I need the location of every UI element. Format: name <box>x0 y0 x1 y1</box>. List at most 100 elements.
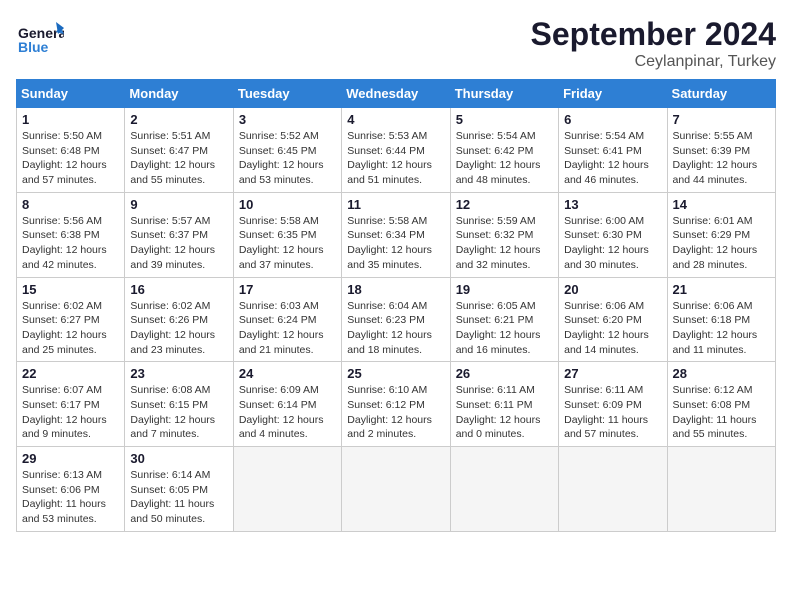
table-row: 18Sunrise: 6:04 AMSunset: 6:23 PMDayligh… <box>342 277 450 362</box>
day-info: Sunrise: 6:11 AMSunset: 6:09 PMDaylight:… <box>564 383 661 442</box>
day-number: 21 <box>673 282 770 297</box>
day-info: Sunrise: 5:59 AMSunset: 6:32 PMDaylight:… <box>456 214 553 273</box>
page-header: General Blue September 2024 Ceylanpinar,… <box>16 16 776 71</box>
table-row: 28Sunrise: 6:12 AMSunset: 6:08 PMDayligh… <box>667 362 775 447</box>
day-info: Sunrise: 6:11 AMSunset: 6:11 PMDaylight:… <box>456 383 553 442</box>
table-row: 15 Sunrise: 6:02 AMSunset: 6:27 PMDayligh… <box>17 277 125 362</box>
table-row: 12 Sunrise: 5:59 AMSunset: 6:32 PMDayligh… <box>450 192 558 277</box>
day-number: 16 <box>130 282 227 297</box>
col-saturday: Saturday <box>667 80 775 108</box>
day-number: 27 <box>564 366 661 381</box>
day-number: 15 <box>22 282 119 297</box>
day-number: 24 <box>239 366 336 381</box>
day-info: Sunrise: 6:02 AMSunset: 6:27 PMDaylight:… <box>22 299 119 358</box>
day-info: Sunrise: 6:14 AMSunset: 6:05 PMDaylight:… <box>130 468 227 527</box>
day-number: 10 <box>239 197 336 212</box>
day-number: 7 <box>673 112 770 127</box>
day-number: 6 <box>564 112 661 127</box>
table-row: 16 Sunrise: 6:02 AMSunset: 6:26 PMDayligh… <box>125 277 233 362</box>
day-info: Sunrise: 6:03 AMSunset: 6:24 PMDaylight:… <box>239 299 336 358</box>
day-number: 3 <box>239 112 336 127</box>
day-number: 26 <box>456 366 553 381</box>
logo: General Blue <box>16 16 64 69</box>
day-number: 28 <box>673 366 770 381</box>
col-monday: Monday <box>125 80 233 108</box>
svg-text:Blue: Blue <box>18 39 49 55</box>
day-info: Sunrise: 6:02 AMSunset: 6:26 PMDaylight:… <box>130 299 227 358</box>
table-row: 13 Sunrise: 6:00 AMSunset: 6:30 PMDayligh… <box>559 192 667 277</box>
day-info: Sunrise: 5:50 AMSunset: 6:48 PMDaylight:… <box>22 129 119 188</box>
table-row: 14Sunrise: 6:01 AMSunset: 6:29 PMDayligh… <box>667 192 775 277</box>
day-number: 2 <box>130 112 227 127</box>
table-row: 7 Sunrise: 5:55 AMSunset: 6:39 PMDaylight… <box>667 108 775 193</box>
day-info: Sunrise: 5:56 AMSunset: 6:38 PMDaylight:… <box>22 214 119 273</box>
day-info: Sunrise: 6:00 AMSunset: 6:30 PMDaylight:… <box>564 214 661 273</box>
table-row: 3 Sunrise: 5:52 AMSunset: 6:45 PMDaylight… <box>233 108 341 193</box>
table-row: 8 Sunrise: 5:56 AMSunset: 6:38 PMDaylight… <box>17 192 125 277</box>
day-info: Sunrise: 5:51 AMSunset: 6:47 PMDaylight:… <box>130 129 227 188</box>
day-info: Sunrise: 5:53 AMSunset: 6:44 PMDaylight:… <box>347 129 444 188</box>
table-row: 23Sunrise: 6:08 AMSunset: 6:15 PMDayligh… <box>125 362 233 447</box>
day-info: Sunrise: 5:58 AMSunset: 6:35 PMDaylight:… <box>239 214 336 273</box>
table-row: 17 Sunrise: 6:03 AMSunset: 6:24 PMDayligh… <box>233 277 341 362</box>
calendar-week-row: 8 Sunrise: 5:56 AMSunset: 6:38 PMDaylight… <box>17 192 776 277</box>
day-number: 9 <box>130 197 227 212</box>
table-row: 25 Sunrise: 6:10 AMSunset: 6:12 PMDayligh… <box>342 362 450 447</box>
table-row <box>450 447 558 532</box>
day-number: 13 <box>564 197 661 212</box>
table-row: 2 Sunrise: 5:51 AMSunset: 6:47 PMDaylight… <box>125 108 233 193</box>
table-row: 1 Sunrise: 5:50 AMSunset: 6:48 PMDaylight… <box>17 108 125 193</box>
table-row: 5Sunrise: 5:54 AMSunset: 6:42 PMDaylight… <box>450 108 558 193</box>
col-wednesday: Wednesday <box>342 80 450 108</box>
table-row <box>667 447 775 532</box>
day-info: Sunrise: 5:54 AMSunset: 6:42 PMDaylight:… <box>456 129 553 188</box>
day-info: Sunrise: 6:07 AMSunset: 6:17 PMDaylight:… <box>22 383 119 442</box>
col-tuesday: Tuesday <box>233 80 341 108</box>
day-number: 25 <box>347 366 444 381</box>
table-row: 27 Sunrise: 6:11 AMSunset: 6:09 PMDayligh… <box>559 362 667 447</box>
calendar-table: Sunday Monday Tuesday Wednesday Thursday… <box>16 79 776 532</box>
calendar-week-row: 15 Sunrise: 6:02 AMSunset: 6:27 PMDayligh… <box>17 277 776 362</box>
day-info: Sunrise: 6:08 AMSunset: 6:15 PMDaylight:… <box>130 383 227 442</box>
day-info: Sunrise: 5:54 AMSunset: 6:41 PMDaylight:… <box>564 129 661 188</box>
title-block: September 2024 Ceylanpinar, Turkey <box>531 16 776 71</box>
table-row: 4Sunrise: 5:53 AMSunset: 6:44 PMDaylight… <box>342 108 450 193</box>
day-number: 29 <box>22 451 119 466</box>
calendar-header-row: Sunday Monday Tuesday Wednesday Thursday… <box>17 80 776 108</box>
day-number: 19 <box>456 282 553 297</box>
table-row: 22 Sunrise: 6:07 AMSunset: 6:17 PMDayligh… <box>17 362 125 447</box>
table-row: 30 Sunrise: 6:14 AMSunset: 6:05 PMDayligh… <box>125 447 233 532</box>
day-number: 22 <box>22 366 119 381</box>
day-info: Sunrise: 5:55 AMSunset: 6:39 PMDaylight:… <box>673 129 770 188</box>
table-row: 24 Sunrise: 6:09 AMSunset: 6:14 PMDayligh… <box>233 362 341 447</box>
day-info: Sunrise: 5:58 AMSunset: 6:34 PMDaylight:… <box>347 214 444 273</box>
logo-icon: General Blue <box>16 16 64 69</box>
day-info: Sunrise: 6:05 AMSunset: 6:21 PMDaylight:… <box>456 299 553 358</box>
table-row: 26 Sunrise: 6:11 AMSunset: 6:11 PMDayligh… <box>450 362 558 447</box>
day-number: 12 <box>456 197 553 212</box>
table-row <box>342 447 450 532</box>
table-row: 29 Sunrise: 6:13 AMSunset: 6:06 PMDayligh… <box>17 447 125 532</box>
col-friday: Friday <box>559 80 667 108</box>
day-info: Sunrise: 6:01 AMSunset: 6:29 PMDaylight:… <box>673 214 770 273</box>
day-number: 8 <box>22 197 119 212</box>
day-info: Sunrise: 6:04 AMSunset: 6:23 PMDaylight:… <box>347 299 444 358</box>
table-row: 10 Sunrise: 5:58 AMSunset: 6:35 PMDayligh… <box>233 192 341 277</box>
table-row: 11 Sunrise: 5:58 AMSunset: 6:34 PMDayligh… <box>342 192 450 277</box>
day-info: Sunrise: 5:52 AMSunset: 6:45 PMDaylight:… <box>239 129 336 188</box>
table-row: 19 Sunrise: 6:05 AMSunset: 6:21 PMDayligh… <box>450 277 558 362</box>
table-row: 6 Sunrise: 5:54 AMSunset: 6:41 PMDaylight… <box>559 108 667 193</box>
calendar-week-row: 22 Sunrise: 6:07 AMSunset: 6:17 PMDayligh… <box>17 362 776 447</box>
page-title: September 2024 <box>531 16 776 53</box>
day-info: Sunrise: 6:09 AMSunset: 6:14 PMDaylight:… <box>239 383 336 442</box>
day-info: Sunrise: 6:10 AMSunset: 6:12 PMDaylight:… <box>347 383 444 442</box>
day-info: Sunrise: 6:06 AMSunset: 6:20 PMDaylight:… <box>564 299 661 358</box>
day-info: Sunrise: 5:57 AMSunset: 6:37 PMDaylight:… <box>130 214 227 273</box>
day-info: Sunrise: 6:06 AMSunset: 6:18 PMDaylight:… <box>673 299 770 358</box>
calendar-week-row: 29 Sunrise: 6:13 AMSunset: 6:06 PMDayligh… <box>17 447 776 532</box>
day-number: 17 <box>239 282 336 297</box>
day-number: 30 <box>130 451 227 466</box>
day-info: Sunrise: 6:13 AMSunset: 6:06 PMDaylight:… <box>22 468 119 527</box>
day-number: 1 <box>22 112 119 127</box>
day-number: 11 <box>347 197 444 212</box>
